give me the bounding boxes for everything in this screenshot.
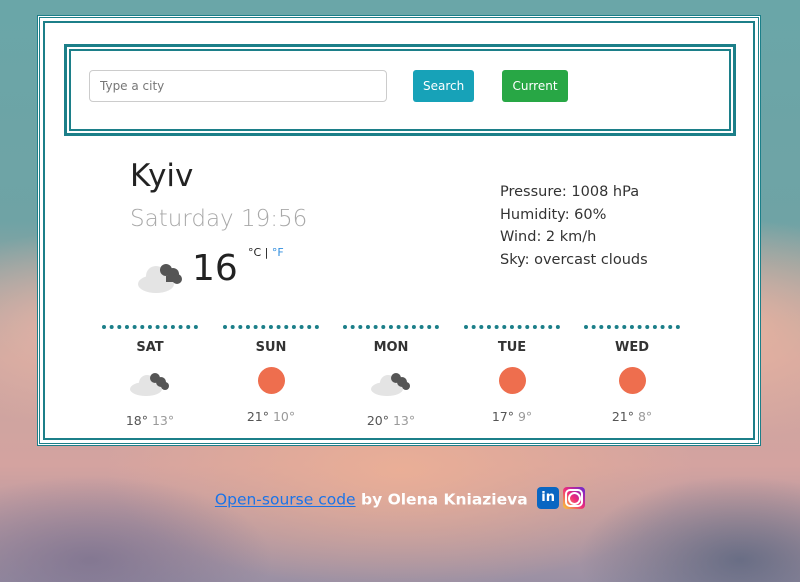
unit-toggle: °C | °F <box>248 246 284 259</box>
forecast-temps: 18° 13° <box>102 413 198 428</box>
dotted-divider <box>102 325 198 333</box>
unit-separator: | <box>261 246 272 259</box>
max-temp: 18° <box>125 413 148 428</box>
dotted-divider <box>584 325 680 333</box>
clouds-icon <box>371 373 410 396</box>
current-temperature: 16 <box>192 248 238 289</box>
forecast-day-name: WED <box>614 340 649 355</box>
fahrenheit-link[interactable]: °F <box>272 246 284 259</box>
forecast-temps: 21° 8° <box>584 409 680 424</box>
forecast-day-name: TUE <box>497 340 527 355</box>
sun-icon <box>250 367 292 397</box>
source-code-link[interactable]: Open-sourse code <box>215 491 356 509</box>
search-button[interactable]: Search <box>413 70 474 102</box>
forecast-day: SUN 21° 10° <box>223 325 319 424</box>
max-temp: 20° <box>366 413 389 428</box>
wind-text: Wind: 2 km/h <box>500 229 597 246</box>
sky-text: Sky: overcast clouds <box>500 252 648 269</box>
forecast-day: MON 20° 13° <box>343 325 439 428</box>
forecast-day: SAT 18° 13° <box>102 325 198 428</box>
sun-icon <box>491 367 533 397</box>
date-time: Saturday 19:56 <box>130 206 308 232</box>
celsius-unit: °C <box>248 246 262 259</box>
min-temp: 13° <box>392 413 416 428</box>
broken-clouds-icon <box>138 264 182 293</box>
linkedin-icon[interactable]: in <box>537 487 560 509</box>
forecast-day-name: MON <box>373 340 409 355</box>
forecast-day-name: SAT <box>136 340 164 355</box>
min-temp: 10° <box>272 409 296 424</box>
dotted-divider <box>343 325 439 333</box>
forecast-day-name: SUN <box>255 340 287 355</box>
forecast-temps: 20° 13° <box>343 413 439 428</box>
humidity-text: Humidity: 60% <box>500 206 607 223</box>
footer: Open-sourse code by Olena Kniazieva in <box>0 487 800 511</box>
clouds-icon <box>130 373 169 396</box>
pressure-text: Pressure: 1008 hPa <box>500 184 640 200</box>
forecast-day: WED 21° 8° <box>584 325 680 424</box>
forecast-day: TUE 17° 9° <box>464 325 560 424</box>
search-form: Search Current <box>64 44 736 136</box>
city-search-input[interactable] <box>89 70 387 102</box>
min-temp: 8° <box>637 409 653 424</box>
max-temp: 21° <box>246 409 269 424</box>
dotted-divider <box>223 325 319 333</box>
max-temp: 17° <box>491 409 514 424</box>
weather-details: Pressure: 1008 hPa Humidity: 60% Wind: 2… <box>500 181 648 272</box>
max-temp: 21° <box>611 409 634 424</box>
forecast-temps: 17° 9° <box>464 409 560 424</box>
min-temp: 9° <box>517 409 533 424</box>
sun-icon <box>611 367 653 397</box>
city-name: Kyiv <box>130 158 194 194</box>
forecast-temps: 21° 10° <box>223 409 319 424</box>
current-location-button[interactable]: Current <box>502 70 568 102</box>
dotted-divider <box>464 325 560 333</box>
weather-card: Search Current Kyiv Saturday 19:56 16 °C… <box>37 15 761 446</box>
min-temp: 13° <box>151 413 175 428</box>
author-credit: by Olena Kniazieva <box>355 490 534 509</box>
instagram-icon[interactable] <box>563 487 586 509</box>
